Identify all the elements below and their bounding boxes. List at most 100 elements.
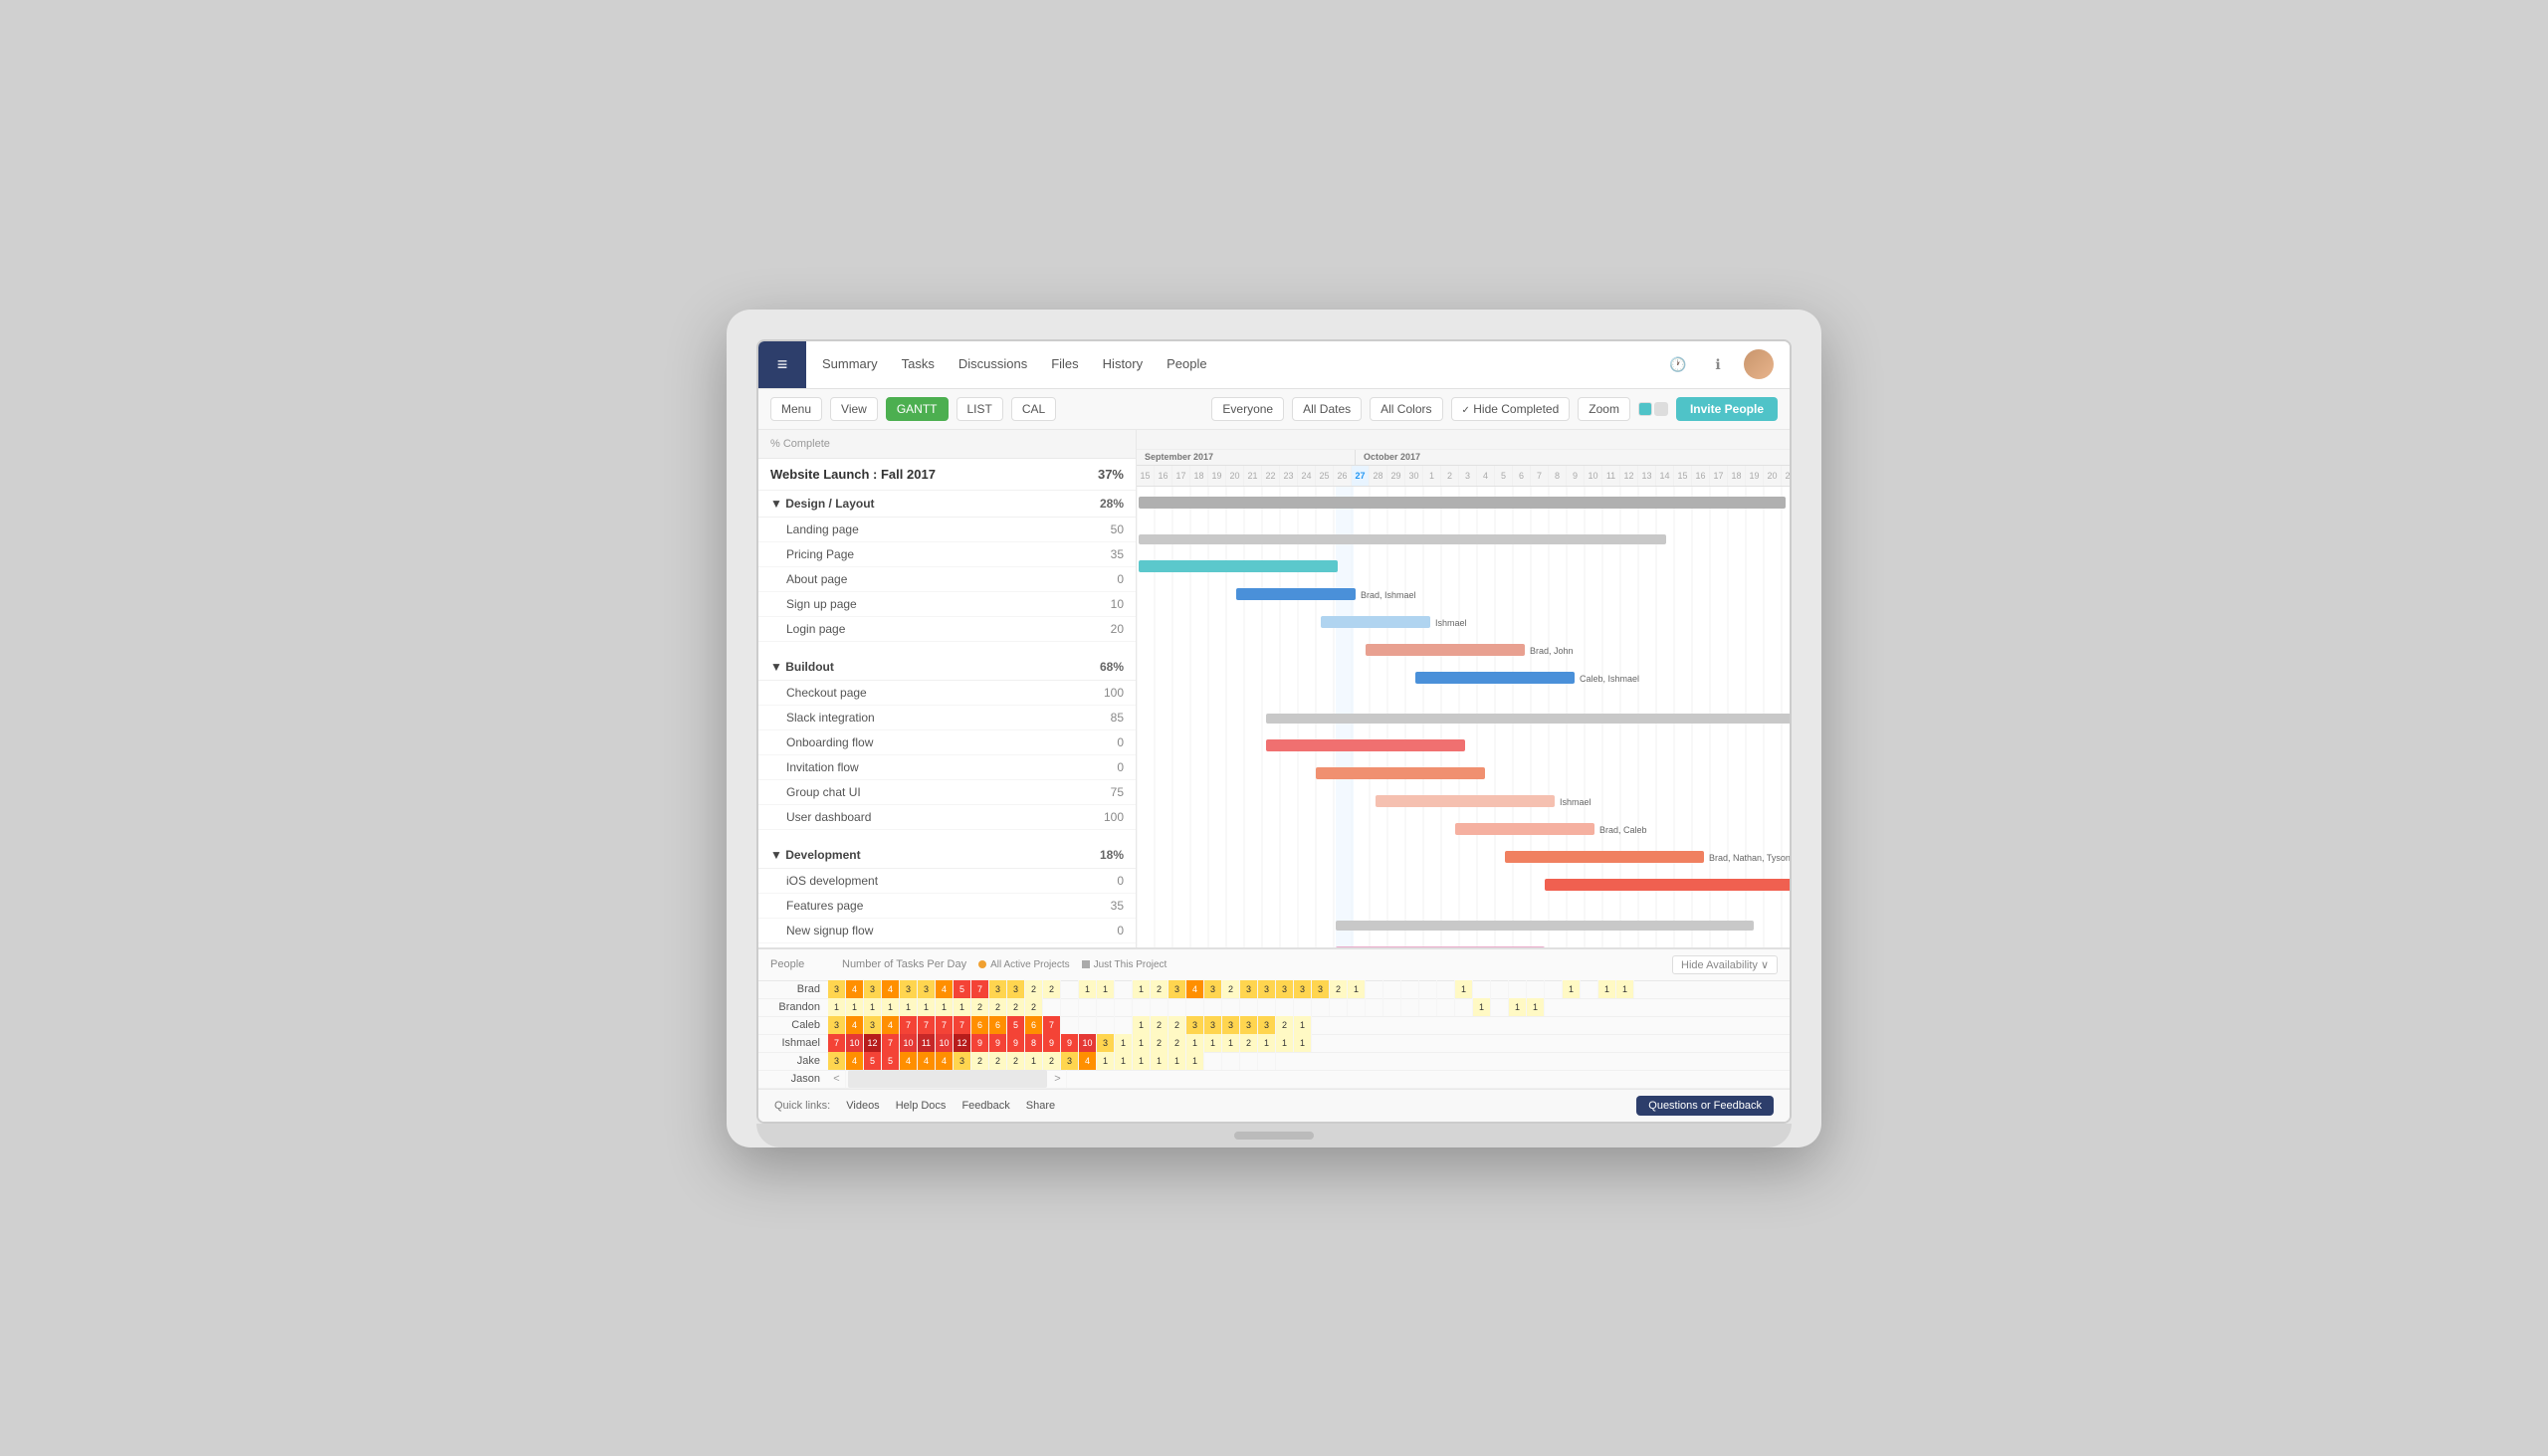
- day-cell-1: 1: [1423, 466, 1441, 486]
- task-onboarding-flow[interactable]: Onboarding flow 0: [758, 730, 1136, 755]
- app-footer: Quick links: Videos Help Docs Feedback S…: [758, 1089, 1790, 1122]
- view-button[interactable]: View: [830, 397, 878, 421]
- day-cell-17: 17: [1172, 466, 1190, 486]
- svg-text:Brad, Nathan, Tyson Nero: Brad, Nathan, Tyson Nero: [1709, 853, 1790, 863]
- gantt-button[interactable]: GANTT: [886, 397, 949, 421]
- avail-cells-brad: 3 4 3 4 3 3 4 5 7 3 3 2 2 1 1: [828, 980, 1634, 998]
- task-new-signup-flow[interactable]: New signup flow 0: [758, 919, 1136, 943]
- info-icon[interactable]: ℹ: [1704, 350, 1732, 378]
- task-login-page[interactable]: Login page 20: [758, 617, 1136, 642]
- avail-row-brad: Brad 3 4 3 4 3 3 4 5 7 3 3 2 2 1: [758, 981, 1790, 999]
- task-slack-integration[interactable]: Slack integration 85: [758, 706, 1136, 730]
- quick-links-label: Quick links:: [774, 1100, 830, 1112]
- nav-files[interactable]: Files: [1051, 352, 1078, 377]
- hide-completed-filter[interactable]: ✓ Hide Completed: [1451, 397, 1571, 421]
- app-header: ≡ Summary Tasks Discussions Files Histor…: [758, 341, 1790, 389]
- list-button[interactable]: LIST: [956, 397, 1003, 421]
- day-cell-17: 17: [1710, 466, 1728, 486]
- feedback-link[interactable]: Feedback: [961, 1100, 1009, 1112]
- everyone-filter[interactable]: Everyone: [1211, 397, 1284, 421]
- videos-link[interactable]: Videos: [846, 1100, 879, 1112]
- cal-button[interactable]: CAL: [1011, 397, 1056, 421]
- day-cell-21: 21: [1782, 466, 1790, 486]
- task-checkout-page[interactable]: Checkout page 100: [758, 681, 1136, 706]
- app-nav: Summary Tasks Discussions Files History …: [806, 352, 1664, 377]
- questions-feedback-button[interactable]: Questions or Feedback: [1636, 1096, 1774, 1116]
- invite-people-button[interactable]: Invite People: [1676, 397, 1778, 421]
- task-pricing-page[interactable]: Pricing Page 35: [758, 542, 1136, 567]
- avail-row-caleb: Caleb 3 4 3 4 7 7 7 7 6 6 5 6 7: [758, 1017, 1790, 1035]
- day-cell-15: 15: [1674, 466, 1692, 486]
- user-avatar[interactable]: [1744, 349, 1774, 379]
- task-user-dashboard[interactable]: User dashboard 100: [758, 805, 1136, 830]
- day-cell-30: 30: [1405, 466, 1423, 486]
- avail-cells-brandon: 1 1 1 1 1 1 1 1 2 2 2 2: [828, 998, 1545, 1016]
- avail-name-jake: Jake: [758, 1055, 828, 1067]
- day-cell-20: 20: [1764, 466, 1782, 486]
- day-cell-14: 14: [1656, 466, 1674, 486]
- availability-header: People Number of Tasks Per Day All Activ…: [758, 949, 1790, 981]
- avail-name-brad: Brad: [758, 983, 828, 995]
- main-content: % Complete Website Launch : Fall 2017 37…: [758, 430, 1790, 947]
- jason-scrollbar[interactable]: [848, 1070, 1047, 1088]
- task-invitation-flow[interactable]: Invitation flow 0: [758, 755, 1136, 780]
- section-design-layout[interactable]: ▼ Design / Layout 28%: [758, 491, 1136, 518]
- clock-icon[interactable]: 🕐: [1664, 350, 1692, 378]
- day-cell-4: 4: [1477, 466, 1495, 486]
- task-about-page[interactable]: About page 0: [758, 567, 1136, 592]
- day-cell-8: 8: [1549, 466, 1567, 486]
- avail-name-jason: Jason: [758, 1073, 828, 1085]
- task-features-page[interactable]: Features page 35: [758, 894, 1136, 919]
- gantt-body: Brad, Ishmael Ishmael Brad, John Caleb, …: [1137, 487, 1790, 947]
- task-ios-dev[interactable]: iOS development 0: [758, 869, 1136, 894]
- all-colors-filter[interactable]: All Colors: [1370, 397, 1442, 421]
- this-project-legend: Just This Project: [1082, 959, 1168, 970]
- section-buildout[interactable]: ▼ Buildout 68%: [758, 654, 1136, 681]
- sep-month-label: September 2017: [1137, 450, 1356, 465]
- color-toggle[interactable]: [1638, 402, 1668, 416]
- task-group-chat[interactable]: Group chat UI 75: [758, 780, 1136, 805]
- avail-cells-jason: < >: [828, 1070, 1067, 1088]
- day-cell-12: 12: [1620, 466, 1638, 486]
- avail-cells-ishmael: 7 10 12 7 10 11 10 12 9 9 9 8 9 9 10 3 1: [828, 1034, 1312, 1052]
- day-cell-18: 18: [1728, 466, 1746, 486]
- nav-tasks[interactable]: Tasks: [902, 352, 935, 377]
- nav-people[interactable]: People: [1167, 352, 1206, 377]
- all-dates-filter[interactable]: All Dates: [1292, 397, 1362, 421]
- day-cell-11: 11: [1602, 466, 1620, 486]
- task-signup-page[interactable]: Sign up page 10: [758, 592, 1136, 617]
- nav-discussions[interactable]: Discussions: [958, 352, 1027, 377]
- people-label: People: [770, 958, 830, 970]
- day-cell-16: 16: [1692, 466, 1710, 486]
- nav-history[interactable]: History: [1103, 352, 1143, 377]
- day-cell-5: 5: [1495, 466, 1513, 486]
- day-cell-7: 7: [1531, 466, 1549, 486]
- task-panel-header: % Complete: [758, 430, 1136, 459]
- tasks-per-day-label[interactable]: Number of Tasks Per Day: [842, 958, 966, 970]
- nav-summary[interactable]: Summary: [822, 352, 878, 377]
- day-cell-19: 19: [1746, 466, 1764, 486]
- menu-button[interactable]: Menu: [770, 397, 822, 421]
- avail-row-jake: Jake 3 4 5 5 4 4 4 3 2 2 2 1 2 3 4: [758, 1053, 1790, 1071]
- gantt-panel: September 2017 October 2017 151617181920…: [1137, 430, 1790, 947]
- day-cell-2: 2: [1441, 466, 1459, 486]
- day-cell-24: 24: [1298, 466, 1316, 486]
- help-docs-link[interactable]: Help Docs: [896, 1100, 947, 1112]
- day-cell-25: 25: [1316, 466, 1334, 486]
- day-cell-27: 27: [1352, 466, 1370, 486]
- svg-text:Brad, Ishmael: Brad, Ishmael: [1361, 590, 1416, 600]
- availability-panel: People Number of Tasks Per Day All Activ…: [758, 947, 1790, 1089]
- hide-availability-button[interactable]: Hide Availability ∨: [1672, 955, 1778, 974]
- app-logo[interactable]: ≡: [758, 340, 806, 388]
- day-cell-18: 18: [1190, 466, 1208, 486]
- day-cell-29: 29: [1387, 466, 1405, 486]
- zoom-button[interactable]: Zoom: [1578, 397, 1630, 421]
- day-cell-28: 28: [1370, 466, 1387, 486]
- project-title: Website Launch : Fall 2017 37%: [758, 459, 1136, 491]
- share-link[interactable]: Share: [1026, 1100, 1055, 1112]
- section-development[interactable]: ▼ Development 18%: [758, 842, 1136, 869]
- avail-row-ishmael: Ishmael 7 10 12 7 10 11 10 12 9 9 9 8 9 …: [758, 1035, 1790, 1053]
- avail-name-ishmael: Ishmael: [758, 1037, 828, 1049]
- svg-text:Ishmael: Ishmael: [1560, 797, 1592, 807]
- task-landing-page[interactable]: Landing page 50: [758, 518, 1136, 542]
